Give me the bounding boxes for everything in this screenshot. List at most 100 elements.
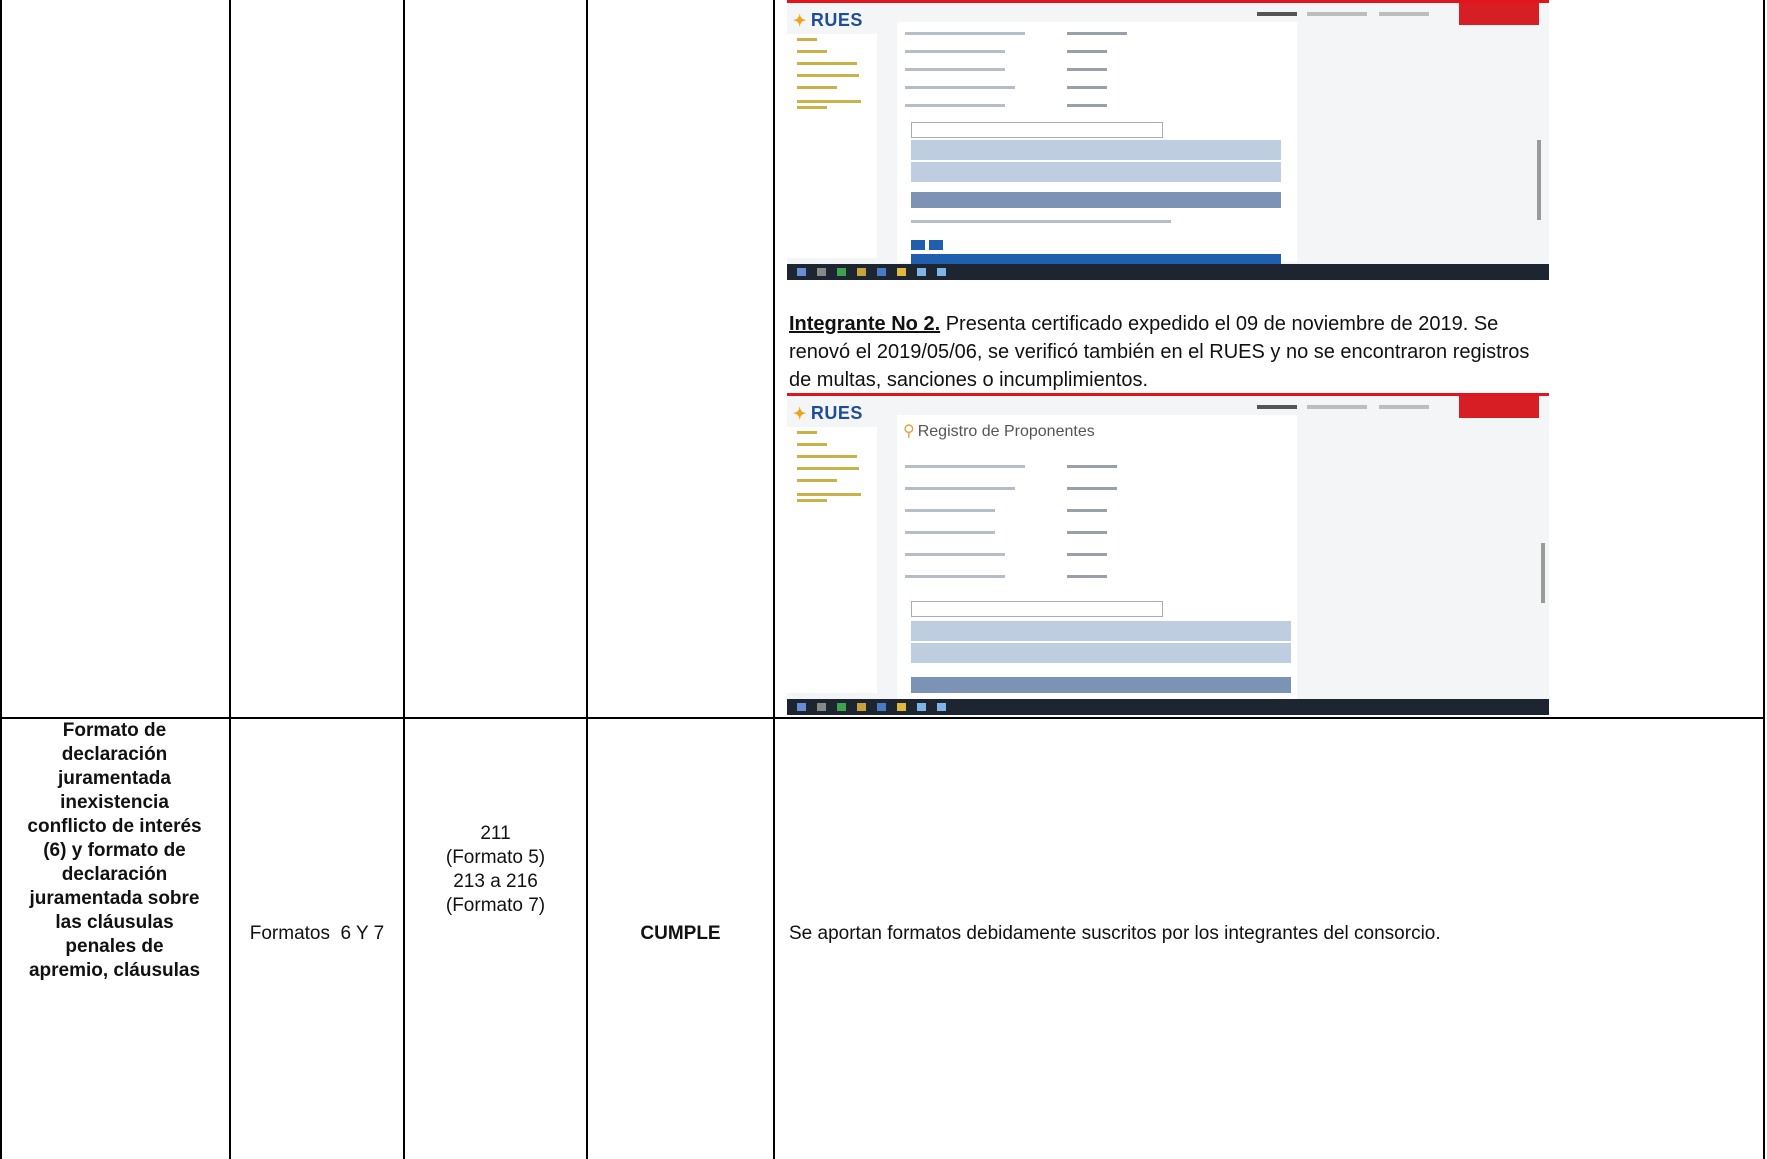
blue-button (911, 240, 925, 250)
screenshot-red-topbar (787, 0, 1549, 3)
sidebar-item (797, 493, 861, 496)
taskbar-icon (857, 703, 866, 711)
rues-screenshot-1: ✦ RUES (787, 0, 1549, 280)
folios-cell: 211 (Formato 5) 213 a 216 (Formato 7) (405, 822, 586, 918)
taskbar-icon (797, 703, 806, 711)
nav-link (1257, 12, 1297, 16)
requirement-line: las cláusulas (55, 912, 174, 933)
screenshot-red-topbar (787, 393, 1549, 396)
requirement-line: (6) y formato de (43, 840, 186, 861)
folio-line: (Formato 7) (445, 895, 546, 916)
accordion-row (911, 140, 1281, 160)
field-value (1067, 50, 1107, 53)
sidebar-item (797, 467, 859, 470)
field-label (905, 575, 1005, 578)
taskbar-icon (897, 268, 906, 276)
taskbar-icon (817, 703, 826, 711)
section-heading (911, 220, 1171, 223)
content-panel (897, 22, 1297, 264)
sidebar (787, 427, 877, 693)
taskbar-icon (877, 703, 886, 711)
location-pin-icon: ⚲ (903, 423, 915, 440)
sidebar-item (797, 100, 861, 103)
sidebar-item (797, 106, 827, 109)
sidebar-item (797, 62, 857, 65)
field-label (905, 68, 1005, 71)
sidebar-item (797, 479, 837, 482)
requirement-line: apremio, cláusulas (28, 960, 201, 981)
nav-link (1379, 12, 1429, 16)
taskbar-icon (837, 703, 846, 711)
field-label (905, 531, 995, 534)
sidebar-item (797, 38, 817, 41)
taskbar-icon (857, 268, 866, 276)
requirement-line: juramentada sobre (29, 888, 200, 909)
requirement-line: declaración (61, 744, 168, 765)
taskbar-icon (917, 268, 926, 276)
field-label (905, 509, 995, 512)
windows-taskbar (787, 699, 1549, 715)
field-value (1067, 575, 1107, 578)
rues-logo: ✦ RUES (793, 10, 863, 30)
nav-link (1379, 405, 1429, 409)
folio-line: 213 a 216 (453, 871, 538, 892)
rues-screenshot-2: ✦ RUES ⚲ Registro de Proponentes (787, 393, 1549, 715)
field-label (905, 104, 1005, 107)
sidebar-item (797, 74, 859, 77)
table-border-left (0, 0, 2, 1159)
windows-taskbar (787, 264, 1549, 280)
field-label (905, 32, 1025, 35)
sidebar-item (797, 431, 817, 434)
blue-table-header (911, 254, 1281, 264)
taskbar-icon (937, 268, 946, 276)
field-value (1067, 86, 1107, 89)
field-value (1067, 104, 1107, 107)
field-label (905, 465, 1025, 468)
tab-bar (911, 601, 1163, 617)
field-value (1067, 553, 1107, 556)
login-button (1459, 396, 1539, 418)
requirement-line: juramentada (58, 768, 171, 789)
field-value (1067, 32, 1127, 35)
requirement-line: conflicto de interés (27, 816, 202, 837)
taskbar-icon (877, 268, 886, 276)
page-title: ⚲ Registro de Proponentes (903, 423, 1095, 440)
nav-link (1307, 12, 1367, 16)
integrante-label: Integrante No 2. (789, 313, 941, 335)
requirement-line: penales de (65, 936, 164, 957)
accordion-row (911, 162, 1281, 182)
status-cell: CUMPLE (640, 923, 721, 944)
taskbar-icon (937, 703, 946, 711)
taskbar-icon (817, 268, 826, 276)
field-label (905, 86, 1015, 89)
table-row-divider (0, 717, 1765, 719)
taskbar-icon (837, 268, 846, 276)
sidebar-item (797, 455, 857, 458)
taskbar-icon (917, 703, 926, 711)
sidebar-item (797, 499, 827, 502)
requirement-line: Formato de (62, 720, 167, 741)
sidebar-item (797, 50, 827, 53)
field-label (905, 487, 1015, 490)
taskbar-icon (897, 703, 906, 711)
rues-logo-icon: ✦ (793, 13, 807, 30)
requirement-line: inexistencia (60, 792, 169, 813)
accordion-row (911, 643, 1291, 663)
taskbar-icon (797, 268, 806, 276)
blue-button (929, 240, 943, 250)
document-cell: Formatos 6 Y 7 (249, 923, 385, 944)
requirement-cell: Formato de declaración juramentada inexi… (0, 719, 229, 983)
folio-line: (Formato 5) (445, 847, 546, 868)
table-border-col2 (229, 0, 231, 1159)
field-label (905, 50, 1005, 53)
field-label (905, 553, 1005, 556)
observation-cell: Se aportan formatos debidamente suscrito… (789, 923, 1441, 944)
field-value (1067, 465, 1117, 468)
field-value (1067, 531, 1107, 534)
integrante-paragraph: Integrante No 2. Presenta certificado ex… (789, 310, 1534, 394)
table-border-col4 (586, 0, 588, 1159)
folio-line: 211 (480, 823, 511, 844)
nav-link (1307, 405, 1367, 409)
sidebar-item (797, 86, 837, 89)
scrollbar-thumb (1541, 543, 1545, 603)
